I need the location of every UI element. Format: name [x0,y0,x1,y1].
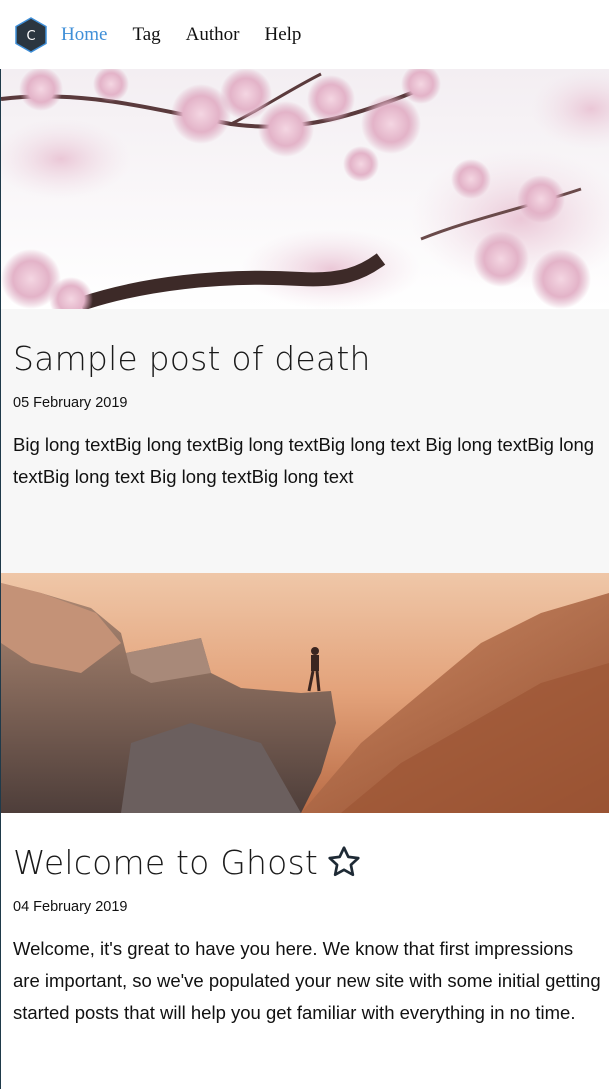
post-title[interactable]: Sample post of death [13,339,371,378]
nav-link-home[interactable]: Home [61,22,107,48]
cliff-sunset-photo [1,573,609,813]
post-date: 04 February 2019 [13,899,128,915]
top-navigation: C Home Tag Author Help [0,0,609,69]
post-date: 05 February 2019 [13,395,128,411]
nav-link-author[interactable]: Author [186,22,240,48]
cherry-blossom-photo [1,69,609,309]
nav-links: Home Tag Author Help [61,22,326,48]
post-card: Sample post of death 05 February 2019 Bi… [1,69,609,573]
post-excerpt: Big long textBig long textBig long textB… [13,434,595,487]
hexagon-logo-icon: C [15,17,47,53]
post-feature-image[interactable] [1,573,609,813]
post-excerpt: Welcome, it's great to have you here. We… [13,938,601,1023]
post-title[interactable]: Welcome to Ghost [13,843,362,882]
post-card: Welcome to Ghost 04 February 2019 Welcom… [1,573,609,1089]
nav-link-tag[interactable]: Tag [132,22,160,48]
post-title-text: Welcome to Ghost [13,843,319,882]
site-logo[interactable]: C [13,17,49,53]
nav-link-help[interactable]: Help [264,22,301,48]
post-feature-image[interactable] [1,69,609,309]
star-icon [328,846,360,877]
logo-letter: C [26,29,35,44]
